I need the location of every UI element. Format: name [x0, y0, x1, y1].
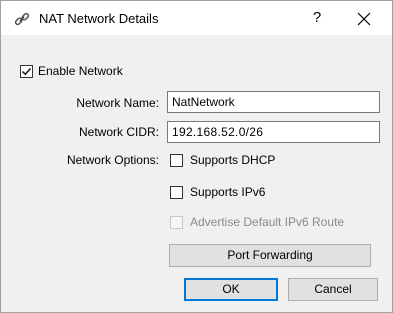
- dialog-body: Enable Network Network Name: Network CID…: [1, 35, 392, 312]
- enable-network-checkbox[interactable]: [20, 65, 33, 78]
- network-link-icon: [13, 10, 31, 28]
- help-button[interactable]: ?: [297, 1, 337, 35]
- network-name-field[interactable]: [167, 91, 380, 113]
- advertise-ipv6-route-label: Advertise Default IPv6 Route: [190, 215, 345, 229]
- window-title: NAT Network Details: [39, 11, 159, 26]
- close-button[interactable]: [342, 1, 386, 35]
- ok-button[interactable]: OK: [184, 278, 278, 301]
- network-cidr-label: Network CIDR:: [78, 125, 159, 139]
- cancel-button[interactable]: Cancel: [288, 278, 378, 301]
- port-forwarding-button[interactable]: Port Forwarding: [169, 244, 371, 267]
- supports-dhcp-label: Supports DHCP: [190, 153, 276, 167]
- supports-dhcp-checkbox[interactable]: [170, 154, 183, 167]
- advertise-ipv6-route-checkbox[interactable]: [170, 216, 183, 229]
- close-icon: [357, 12, 371, 26]
- supports-ipv6-checkbox[interactable]: [170, 186, 183, 199]
- network-cidr-field[interactable]: [167, 121, 380, 143]
- enable-network-label: Enable Network: [38, 64, 123, 78]
- network-name-label: Network Name:: [76, 96, 159, 110]
- title-bar: NAT Network Details ?: [1, 1, 392, 35]
- supports-ipv6-label: Supports IPv6: [190, 185, 266, 199]
- network-options-label: Network Options:: [66, 153, 159, 167]
- nat-network-details-dialog: NAT Network Details ? Enable Network Net…: [0, 0, 393, 313]
- check-icon: [21, 67, 32, 76]
